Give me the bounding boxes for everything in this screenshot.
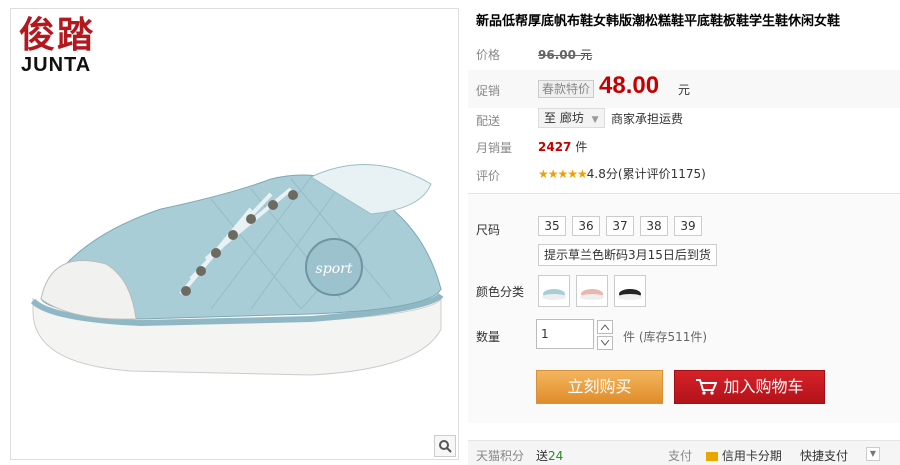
color-label: 颜色分类 xyxy=(476,285,525,299)
quantity-label: 数量 xyxy=(476,330,501,344)
points-value: 送24 xyxy=(536,449,564,463)
brand-logo: 俊踏 JUNTA xyxy=(19,15,95,75)
quantity-input[interactable] xyxy=(536,319,594,349)
points-label: 天猫积分 xyxy=(476,449,525,463)
quick-pay-option[interactable]: 快捷支付 xyxy=(800,447,848,464)
price-label: 价格 xyxy=(476,48,501,62)
size-option[interactable]: 36 xyxy=(572,216,600,236)
chevron-down-icon[interactable]: ▼ xyxy=(866,447,880,461)
size-option[interactable]: 35 xyxy=(538,216,566,236)
add-to-cart-button[interactable]: 加入购物车 xyxy=(674,370,825,404)
color-swatch-black[interactable] xyxy=(614,275,646,307)
star-rating-icon: ★★★★★ xyxy=(538,167,588,181)
stock-info: 件 (库存511件) xyxy=(623,330,708,344)
shipping-label: 配送 xyxy=(476,114,501,128)
shipping-note: 商家承担运费 xyxy=(611,112,684,126)
promo-unit: 元 xyxy=(678,83,691,97)
sales-label: 月销量 xyxy=(476,141,513,155)
shoe-image: sport xyxy=(30,164,444,376)
promo-label: 促销 xyxy=(476,84,501,98)
color-swatch-pink[interactable] xyxy=(576,275,608,307)
brand-name-en: JUNTA xyxy=(21,54,92,76)
credit-card-icon xyxy=(706,452,718,461)
monthly-sales: 2427 件 xyxy=(538,140,588,154)
cart-icon xyxy=(696,379,718,395)
arrow-down-icon[interactable] xyxy=(597,336,613,350)
size-hint: 提示草兰色断码3月15日后到货 xyxy=(538,244,717,266)
chevron-down-icon: ▼ xyxy=(591,115,599,125)
buy-now-button[interactable]: 立刻购买 xyxy=(536,370,663,404)
color-swatch-light-blue[interactable] xyxy=(538,275,570,307)
shipping-destination-select[interactable]: 至 廊坊 ▼ xyxy=(538,108,605,128)
product-detail-panel: 新品低帮厚底帆布鞋女韩版潮松糕鞋平底鞋板鞋学生鞋休闲女鞋 价格 96.00 元 … xyxy=(468,0,900,465)
pay-label: 支付 xyxy=(668,449,693,463)
arrow-up-icon[interactable] xyxy=(597,320,613,334)
size-option[interactable]: 37 xyxy=(606,216,634,236)
brand-name-cn: 俊踏 xyxy=(19,14,96,56)
zoom-icon[interactable] xyxy=(434,435,456,457)
rating-summary[interactable]: ★★★★★4.8分(累计评价1175) xyxy=(538,165,706,182)
original-price: 96.00 元 xyxy=(538,48,593,62)
size-option[interactable]: 39 xyxy=(674,216,702,236)
promo-price: 48.00 xyxy=(599,72,660,99)
product-image[interactable]: sport 俊踏 JUNTA xyxy=(10,8,459,460)
credit-card-option[interactable]: 信用卡分期 xyxy=(706,447,782,464)
product-title: 新品低帮厚底帆布鞋女韩版潮松糕鞋平底鞋板鞋学生鞋休闲女鞋 xyxy=(476,14,841,29)
size-label: 尺码 xyxy=(476,223,501,237)
svg-text:sport: sport xyxy=(316,261,353,277)
size-option[interactable]: 38 xyxy=(640,216,668,236)
rating-label: 评价 xyxy=(476,169,501,183)
promo-badge: 春款特价 xyxy=(538,80,595,98)
